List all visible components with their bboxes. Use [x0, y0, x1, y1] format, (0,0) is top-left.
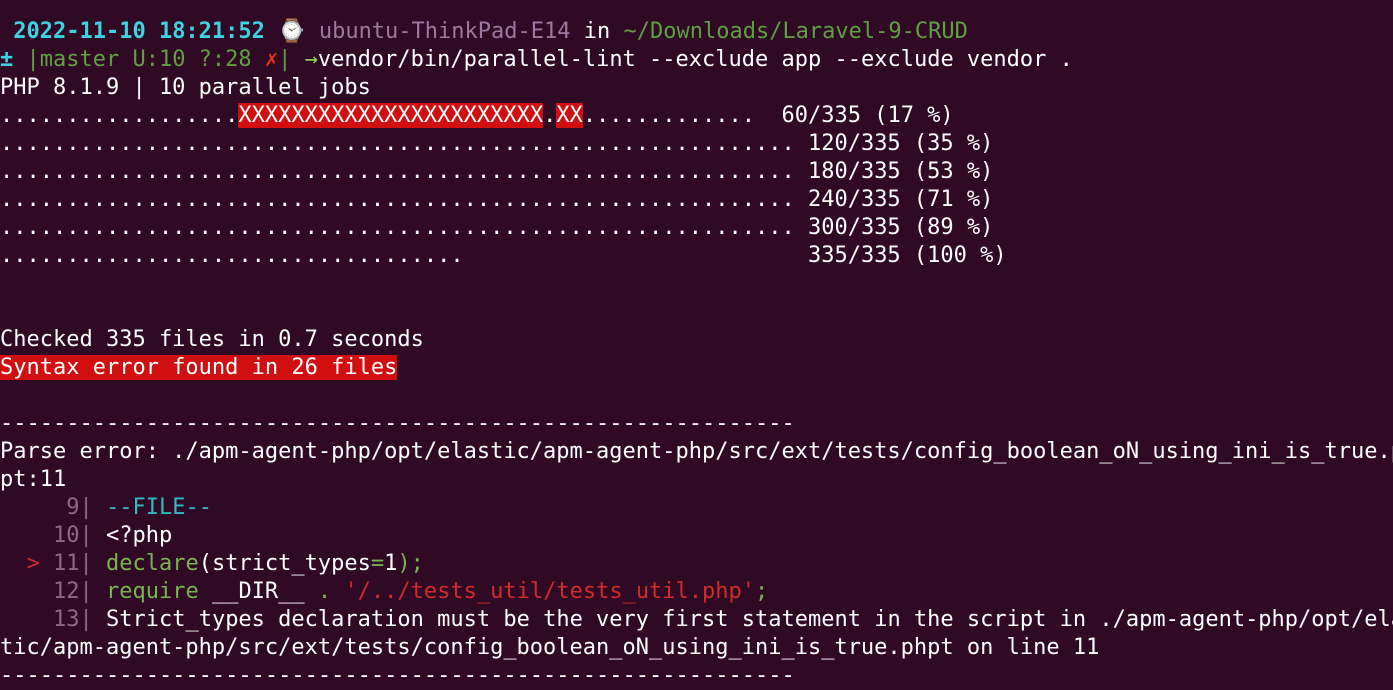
progress-line: ........................................…: [0, 214, 1393, 242]
code-line: 9| --FILE--: [0, 494, 1393, 522]
code-line: 13| Strict_types declaration must be the…: [0, 606, 1393, 634]
progress-dots: ........................................…: [0, 159, 795, 184]
progress-dots: ...................................: [0, 243, 795, 268]
code-keyword: declare: [105, 551, 199, 576]
parse-error: Parse error: ./apm-agent-php/opt/elastic…: [0, 439, 1393, 464]
line-number: 11: [52, 551, 80, 576]
progress-counter: 240/335 (71 %): [794, 187, 994, 212]
progress-counter: 335/335 (100 %): [794, 243, 1007, 268]
code-punct: (: [198, 551, 212, 576]
checked-summary: Checked 335 files in 0.7 seconds: [0, 327, 424, 352]
git-bar: |: [278, 47, 292, 72]
php-info: PHP 8.1.9 | 10 parallel jobs: [0, 75, 371, 100]
line-number: 12: [0, 579, 80, 604]
progress-errors: XX: [556, 103, 583, 128]
progress-counter: 120/335 (35 %): [794, 131, 994, 156]
progress-dots: .............: [582, 103, 755, 128]
terminal-window[interactable]: 2022-11-10 18:21:52 ⌚ ubuntu-ThinkPad-E1…: [0, 18, 1393, 690]
command-line: ± |master U:10 ?:28 ✗| →vendor/bin/paral…: [0, 46, 1393, 74]
prompt-in: in: [583, 19, 611, 44]
line-number: 13: [0, 607, 80, 632]
gutter-separator: |: [79, 551, 106, 576]
progress-line: ................................... 335/…: [0, 242, 1393, 270]
code-operator: =: [370, 551, 385, 576]
gutter-separator: |: [79, 607, 106, 632]
progress-dots: ........................................…: [0, 187, 795, 212]
code-value: 1: [384, 551, 398, 576]
progress-line: ........................................…: [0, 158, 1393, 186]
code-keyword: require: [105, 579, 199, 604]
prompt-cwd: ~/Downloads/Laravel-9-CRUD: [623, 19, 968, 44]
progress-dot: .: [543, 103, 557, 128]
progress-dots: ........................................…: [0, 131, 795, 156]
progress-counter: 60/335 (17 %): [755, 103, 954, 128]
prompt-line: 2022-11-10 18:21:52 ⌚ ubuntu-ThinkPad-E1…: [0, 18, 1393, 46]
code-punct: ;: [755, 579, 769, 604]
line-number: 9: [0, 495, 80, 520]
line-number: 10: [0, 523, 80, 548]
gutter-separator: |: [79, 523, 106, 548]
code-line-error: > 11| declare(strict_types=1);: [0, 550, 1393, 578]
progress-errors: XXXXXXXXXXXXXXXXXXXXXXX: [238, 103, 544, 128]
prompt-pm-symbol: ±: [0, 47, 14, 72]
code-text: <?php: [105, 523, 173, 548]
separator: ----------------------------------------…: [0, 411, 795, 436]
code-string: '/../tests_util/tests_util.php': [344, 579, 756, 604]
command-text: vendor/bin/parallel-lint --exclude app -…: [317, 47, 1073, 72]
progress-line: ........................................…: [0, 186, 1393, 214]
code-text: --FILE--: [105, 495, 212, 520]
git-status: |master U:10 ?:28: [26, 47, 265, 72]
error-marker: >: [0, 551, 53, 576]
error-message-wrap: tic/apm-agent-php/src/ext/tests/config_b…: [0, 635, 1100, 660]
git-dirty-mark: ✗: [264, 47, 279, 72]
syntax-error-badge: Syntax error found in 26 files: [0, 355, 398, 380]
code-identifier: strict_types: [211, 551, 371, 576]
progress-dots: ........................................…: [0, 215, 795, 240]
prompt-host: ubuntu-ThinkPad-E14: [318, 19, 571, 44]
code-punct: );: [397, 551, 424, 576]
syntax-error-line: Syntax error found in 26 files: [0, 354, 1393, 382]
progress-dots: ..................: [0, 103, 239, 128]
watch-icon: ⌚: [278, 19, 306, 44]
code-operator: .: [304, 579, 345, 604]
code-line: 12| require __DIR__ . '/../tests_util/te…: [0, 578, 1393, 606]
gutter-separator: |: [79, 495, 106, 520]
gutter-separator: |: [79, 579, 106, 604]
prompt-arrow: →: [291, 47, 318, 72]
error-message: Strict_types declaration must be the ver…: [105, 607, 1393, 632]
prompt-datetime: 2022-11-10 18:21:52: [13, 19, 265, 44]
progress-counter: 300/335 (89 %): [794, 215, 994, 240]
parse-error-wrap: pt:11: [0, 467, 67, 492]
progress-line: ........................................…: [0, 130, 1393, 158]
progress-counter: 180/335 (53 %): [794, 159, 994, 184]
code-constant: __DIR__: [211, 579, 305, 604]
progress-line: ..................XXXXXXXXXXXXXXXXXXXXXX…: [0, 102, 1393, 130]
separator: ----------------------------------------…: [0, 663, 795, 688]
code-line: 10| <?php: [0, 522, 1393, 550]
